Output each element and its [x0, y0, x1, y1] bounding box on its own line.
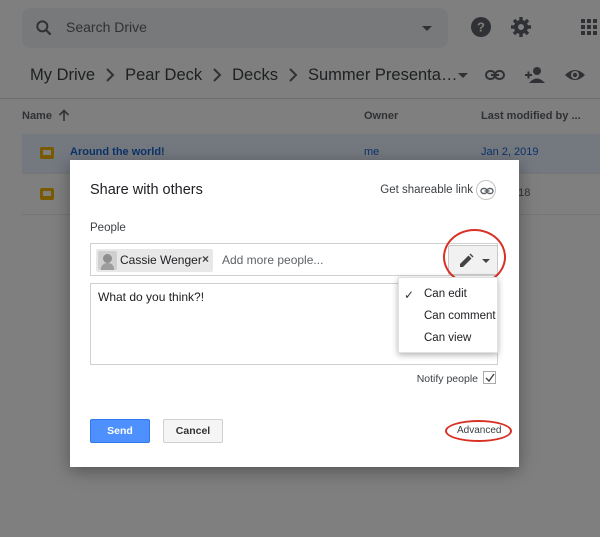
- checkmark-icon: [485, 373, 495, 383]
- people-label: People: [90, 222, 126, 234]
- share-dialog: Share with others Get shareable link Peo…: [70, 160, 519, 467]
- notify-people-label: Notify people: [416, 373, 478, 385]
- remove-recipient-icon[interactable]: ×: [202, 252, 209, 266]
- add-more-people-placeholder[interactable]: Add more people...: [222, 253, 323, 267]
- avatar: [98, 251, 117, 270]
- recipient-chip[interactable]: Cassie Wenger ×: [96, 249, 213, 272]
- notify-people-checkbox[interactable]: [483, 371, 496, 384]
- menu-item-can-comment[interactable]: Can comment: [424, 310, 496, 322]
- link-icon: [480, 187, 494, 195]
- cancel-button[interactable]: Cancel: [163, 419, 223, 443]
- annotation-circle-advanced: [445, 420, 512, 442]
- message-text: What do you think?!: [98, 290, 205, 304]
- menu-item-can-edit[interactable]: Can edit: [424, 288, 467, 300]
- menu-item-can-view[interactable]: Can view: [424, 332, 471, 344]
- get-shareable-link[interactable]: Get shareable link: [380, 184, 473, 196]
- shareable-link-button[interactable]: [476, 180, 496, 200]
- people-input[interactable]: Cassie Wenger × Add more people...: [90, 243, 498, 276]
- recipient-name: Cassie Wenger: [120, 253, 202, 267]
- send-button[interactable]: Send: [90, 419, 150, 443]
- dialog-title: Share with others: [90, 182, 203, 198]
- check-icon: ✓: [404, 288, 415, 302]
- permission-menu: ✓ Can edit Can comment Can view: [398, 277, 498, 353]
